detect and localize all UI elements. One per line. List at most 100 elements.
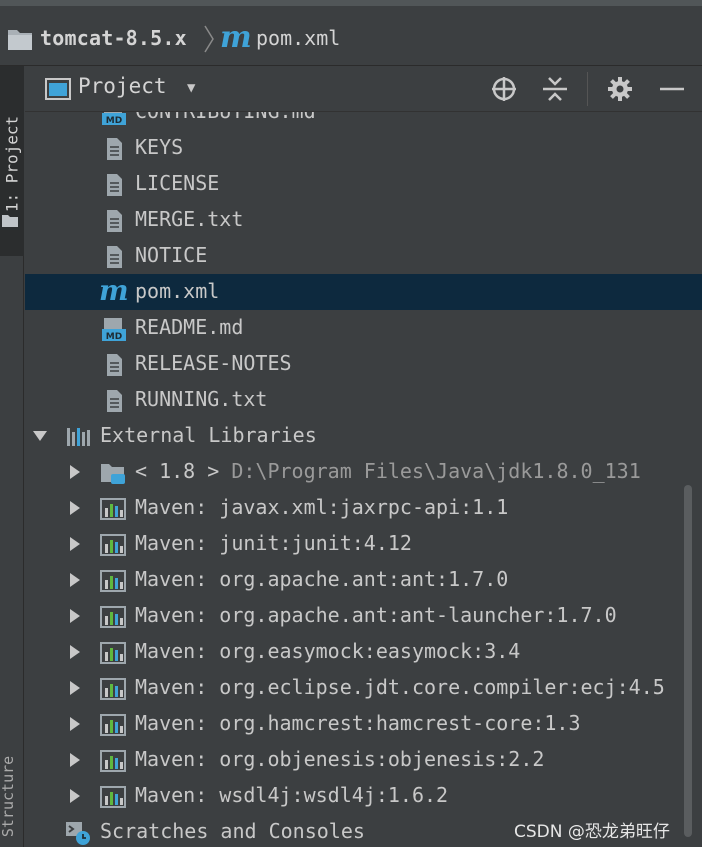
maven-library-icon bbox=[100, 534, 126, 556]
maven-library-icon bbox=[100, 642, 126, 664]
library-name: Maven: javax.xml:jaxrpc-api:1.1 bbox=[135, 495, 509, 519]
vertical-scrollbar[interactable] bbox=[684, 485, 692, 837]
text-file-icon bbox=[107, 138, 122, 160]
text-file-icon bbox=[107, 246, 122, 268]
jdk-version: < 1.8 > bbox=[135, 459, 220, 483]
tree-row[interactable]: RELEASE-NOTES bbox=[25, 346, 702, 382]
library-name: Maven: junit:junit:4.12 bbox=[135, 531, 412, 555]
library-node[interactable]: Maven: junit:junit:4.12 bbox=[25, 526, 702, 562]
library-node[interactable]: Maven: org.easymock:easymock:3.4 bbox=[25, 634, 702, 670]
project-view-icon bbox=[45, 78, 71, 100]
breadcrumb-project[interactable]: tomcat-8.5.x bbox=[40, 26, 187, 50]
library-name: Maven: org.objenesis:objenesis:2.2 bbox=[135, 747, 545, 771]
svg-text:MD: MD bbox=[106, 332, 122, 342]
jdk-node[interactable]: < 1.8 > D:\Program Files\Java\jdk1.8.0_1… bbox=[25, 454, 702, 490]
file-name: RELEASE-NOTES bbox=[135, 351, 292, 375]
maven-library-icon bbox=[100, 714, 126, 736]
chevron-right-icon bbox=[204, 25, 214, 53]
file-name: pom.xml bbox=[135, 279, 220, 303]
toolbar-divider bbox=[587, 72, 588, 106]
library-name: Maven: org.apache.ant:ant:1.7.0 bbox=[135, 567, 509, 591]
locate-icon[interactable] bbox=[489, 74, 519, 104]
folder-icon bbox=[2, 215, 18, 227]
collapsed-arrow-icon[interactable] bbox=[67, 536, 83, 552]
tree-row[interactable]: MERGE.txt bbox=[25, 202, 702, 238]
maven-file-icon: m bbox=[220, 20, 252, 55]
svg-text:MD: MD bbox=[106, 116, 122, 126]
maven-library-icon bbox=[100, 498, 126, 520]
library-node[interactable]: Maven: org.objenesis:objenesis:2.2 bbox=[25, 742, 702, 778]
tree-row[interactable]: MD README.md bbox=[25, 310, 702, 346]
gear-icon[interactable] bbox=[605, 74, 635, 104]
collapsed-arrow-icon[interactable] bbox=[67, 680, 83, 696]
file-name: KEYS bbox=[135, 135, 184, 159]
libraries-icon bbox=[67, 428, 90, 446]
library-name: Maven: wsdl4j:wsdl4j:1.6.2 bbox=[135, 783, 449, 807]
collapsed-arrow-icon[interactable] bbox=[67, 644, 83, 660]
library-node[interactable]: Maven: org.eclipse.jdt.core.compiler:ecj… bbox=[25, 670, 702, 706]
maven-library-icon bbox=[100, 570, 126, 592]
markdown-file-icon: MD bbox=[102, 112, 126, 126]
tree-row[interactable]: RUNNING.txt bbox=[25, 382, 702, 418]
maven-library-icon bbox=[100, 786, 126, 808]
folder-icon[interactable] bbox=[6, 26, 34, 52]
watermark: CSDN @恐龙弟旺仔 bbox=[514, 822, 670, 842]
chevron-down-icon[interactable]: ▼ bbox=[187, 80, 195, 96]
tool-window-title[interactable]: Project bbox=[78, 74, 167, 98]
library-name: Maven: org.eclipse.jdt.core.compiler:ecj… bbox=[135, 675, 665, 699]
maven-file-icon: m bbox=[99, 274, 129, 307]
library-name: Maven: org.hamcrest:hamcrest-core:1.3 bbox=[135, 711, 581, 735]
external-libraries-node[interactable]: External Libraries bbox=[25, 418, 702, 454]
project-tool-window-header: Project ▼ bbox=[25, 66, 702, 112]
navigation-bar: tomcat-8.5.x m pom.xml bbox=[0, 0, 702, 66]
library-node[interactable]: Maven: wsdl4j:wsdl4j:1.6.2 bbox=[25, 778, 702, 814]
jdk-label: < 1.8 > D:\Program Files\Java\jdk1.8.0_1… bbox=[135, 459, 641, 483]
expanded-arrow-icon[interactable] bbox=[32, 428, 48, 444]
text-file-icon bbox=[107, 210, 122, 232]
structure-tab-label[interactable]: Z: Structure bbox=[0, 756, 17, 847]
project-tree[interactable]: MD CONTRIBUTING.md KEYS LICENSE MERGE.tx… bbox=[25, 112, 702, 847]
collapsed-arrow-icon[interactable] bbox=[67, 716, 83, 732]
maven-library-icon bbox=[100, 678, 126, 700]
maven-library-icon bbox=[100, 750, 126, 772]
library-node[interactable]: Maven: org.apache.ant:ant-launcher:1.7.0 bbox=[25, 598, 702, 634]
library-node[interactable]: Maven: javax.xml:jaxrpc-api:1.1 bbox=[25, 490, 702, 526]
collapsed-arrow-icon[interactable] bbox=[67, 572, 83, 588]
tree-row[interactable]: KEYS bbox=[25, 130, 702, 166]
tree-row[interactable]: NOTICE bbox=[25, 238, 702, 274]
library-name: Maven: org.easymock:easymock:3.4 bbox=[135, 639, 521, 663]
hide-icon[interactable] bbox=[657, 74, 687, 104]
text-file-icon bbox=[107, 390, 122, 412]
collapsed-arrow-icon[interactable] bbox=[67, 788, 83, 804]
maven-library-icon bbox=[100, 606, 126, 628]
breadcrumb-file[interactable]: pom.xml bbox=[256, 26, 340, 50]
scratches-icon bbox=[66, 822, 90, 845]
file-name: README.md bbox=[135, 315, 244, 339]
markdown-file-icon: MD bbox=[102, 318, 126, 342]
collapsed-arrow-icon[interactable] bbox=[67, 608, 83, 624]
project-tool-tab[interactable]: 1: Project bbox=[0, 66, 24, 256]
collapse-all-icon[interactable] bbox=[540, 74, 570, 104]
collapsed-arrow-icon[interactable] bbox=[67, 500, 83, 516]
jdk-folder-icon bbox=[101, 464, 125, 484]
file-name: MERGE.txt bbox=[135, 207, 244, 231]
left-tool-stripe: 1: Project Z: Structure bbox=[0, 66, 24, 847]
jdk-path: D:\Program Files\Java\jdk1.8.0_131 bbox=[231, 459, 641, 483]
tree-row[interactable]: LICENSE bbox=[25, 166, 702, 202]
scratches-label: Scratches and Consoles bbox=[100, 819, 365, 843]
library-node[interactable]: Maven: org.hamcrest:hamcrest-core:1.3 bbox=[25, 706, 702, 742]
text-file-icon bbox=[107, 174, 122, 196]
file-name: RUNNING.txt bbox=[135, 387, 268, 411]
collapsed-arrow-icon[interactable] bbox=[67, 464, 83, 480]
library-name: Maven: org.apache.ant:ant-launcher:1.7.0 bbox=[135, 603, 617, 627]
library-node[interactable]: Maven: org.apache.ant:ant:1.7.0 bbox=[25, 562, 702, 598]
project-tab-label: 1: Project bbox=[2, 115, 22, 213]
file-name: LICENSE bbox=[135, 171, 220, 195]
file-name: CONTRIBUTING.md bbox=[135, 112, 316, 123]
collapsed-arrow-icon[interactable] bbox=[67, 752, 83, 768]
text-file-icon bbox=[107, 354, 122, 376]
tree-row[interactable]: MD CONTRIBUTING.md bbox=[25, 112, 702, 130]
file-name: NOTICE bbox=[135, 243, 208, 267]
tree-row-selected[interactable]: m pom.xml bbox=[25, 274, 702, 310]
external-libraries-label: External Libraries bbox=[100, 423, 317, 447]
